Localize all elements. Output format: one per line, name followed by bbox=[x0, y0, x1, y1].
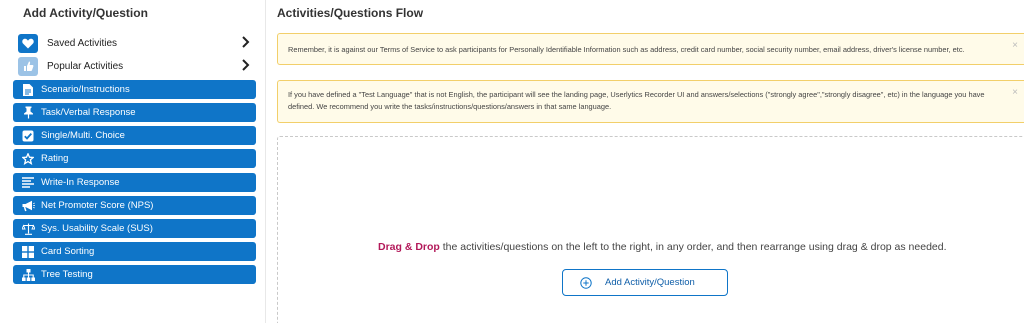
grid-icon bbox=[21, 245, 35, 259]
drop-instructions-text: the activities/questions on the left to … bbox=[439, 241, 947, 253]
activity-single-multi-choice[interactable]: Single/Multi. Choice bbox=[13, 126, 256, 145]
activity-tree-testing[interactable]: Tree Testing bbox=[13, 265, 256, 284]
saved-activities-label: Saved Activities bbox=[47, 37, 118, 49]
flow-title: Activities/Questions Flow bbox=[277, 6, 424, 20]
add-activity-button[interactable]: Add Activity/Question bbox=[562, 269, 728, 296]
chevron-right-icon[interactable] bbox=[240, 35, 250, 49]
language-notice-text: If you have defined a "Test Language" th… bbox=[288, 90, 985, 111]
thumbs-up-icon bbox=[18, 56, 38, 76]
activity-label: Net Promoter Score (NPS) bbox=[41, 200, 154, 211]
activity-task-verbal-response[interactable]: Task/Verbal Response bbox=[13, 103, 256, 122]
popular-activities-item[interactable]: Popular Activities bbox=[18, 56, 256, 76]
activity-nps[interactable]: Net Promoter Score (NPS) bbox=[13, 196, 256, 215]
drop-instructions: Drag & Drop the activities/questions on … bbox=[378, 241, 947, 253]
activity-write-in-response[interactable]: Write-In Response bbox=[13, 173, 256, 192]
checkbox-icon bbox=[21, 129, 35, 143]
megaphone-icon bbox=[21, 199, 35, 213]
saved-activities-item[interactable]: Saved Activities bbox=[18, 33, 256, 53]
activity-scenario-instructions[interactable]: Scenario/Instructions bbox=[13, 80, 256, 99]
activity-palette: Add Activity/Question Saved Activities P… bbox=[0, 0, 265, 323]
text-lines-icon bbox=[21, 176, 35, 190]
language-notice: If you have defined a "Test Language" th… bbox=[277, 80, 1024, 123]
activity-label: Rating bbox=[41, 153, 69, 164]
activity-label: Task/Verbal Response bbox=[41, 107, 136, 118]
activity-label: Write-In Response bbox=[41, 177, 120, 188]
activity-rating[interactable]: Rating bbox=[13, 149, 256, 168]
add-activity-label: Add Activity/Question bbox=[605, 277, 695, 288]
activity-sus[interactable]: Sys. Usability Scale (SUS) bbox=[13, 219, 256, 238]
activity-label: Scenario/Instructions bbox=[41, 84, 130, 95]
drag-drop-highlight: Drag & Drop bbox=[378, 241, 440, 253]
heart-icon bbox=[18, 33, 38, 53]
activity-label: Card Sorting bbox=[41, 246, 95, 257]
popular-activities-label: Popular Activities bbox=[47, 60, 124, 72]
activity-label: Sys. Usability Scale (SUS) bbox=[41, 223, 153, 234]
close-icon[interactable]: × bbox=[1012, 87, 1018, 99]
pin-icon bbox=[21, 106, 35, 120]
close-icon[interactable]: × bbox=[1012, 40, 1018, 52]
activity-card-sorting[interactable]: Card Sorting bbox=[13, 242, 256, 261]
star-icon bbox=[21, 152, 35, 166]
activity-label: Single/Multi. Choice bbox=[41, 130, 125, 141]
activity-label: Tree Testing bbox=[41, 269, 93, 280]
sitemap-icon bbox=[21, 268, 35, 282]
pii-notice-text: Remember, it is against our Terms of Ser… bbox=[288, 45, 965, 54]
pii-notice: Remember, it is against our Terms of Ser… bbox=[277, 33, 1024, 65]
document-icon bbox=[21, 83, 35, 97]
plus-circle-icon bbox=[580, 276, 592, 289]
scale-icon bbox=[21, 222, 35, 236]
chevron-right-icon[interactable] bbox=[240, 58, 250, 72]
palette-title: Add Activity/Question bbox=[23, 6, 148, 20]
panel-divider bbox=[265, 0, 266, 323]
